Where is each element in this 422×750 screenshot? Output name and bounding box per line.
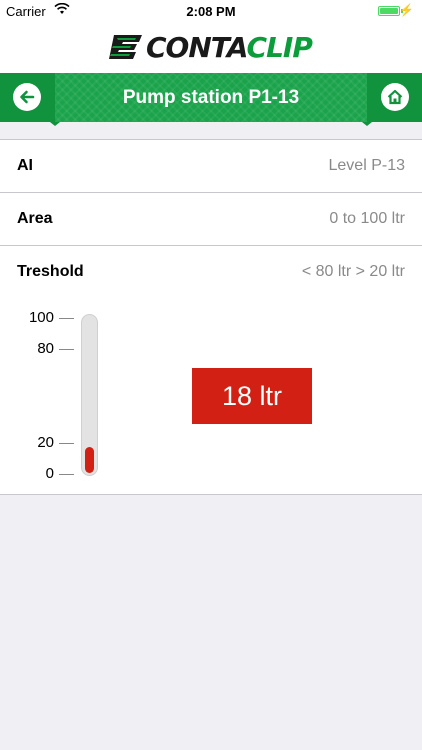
navigation-bar: Pump station P1-13 bbox=[0, 73, 422, 126]
nav-notch-right bbox=[362, 122, 372, 126]
page-title: Pump station P1-13 bbox=[122, 87, 300, 108]
scale-tick-label: 80 bbox=[37, 340, 54, 358]
row-value: Level P-13 bbox=[328, 157, 406, 174]
row-threshold: Treshold < 80 ltr > 20 ltr bbox=[0, 246, 422, 299]
logo-text-conta: CONTA bbox=[146, 30, 248, 64]
row-value: 0 to 100 ltr bbox=[329, 210, 405, 227]
row-area: Area 0 to 100 ltr bbox=[0, 193, 422, 246]
home-button[interactable] bbox=[381, 83, 409, 111]
info-table: AI Level P-13 Area 0 to 100 ltr Treshold… bbox=[0, 139, 422, 299]
status-bar: Carrier 2:08 PM ⚡ bbox=[0, 0, 422, 22]
scale-tick-mark bbox=[59, 318, 74, 319]
scale-tick-label: 100 bbox=[28, 309, 54, 326]
level-gauge-panel: 100 80 20 0 18 ltr bbox=[0, 298, 422, 495]
logo-mark-icon bbox=[109, 35, 142, 59]
row-label: Treshold bbox=[17, 263, 84, 280]
row-label: AI bbox=[17, 157, 33, 174]
scale-tick-mark bbox=[59, 474, 74, 475]
nav-home-area bbox=[367, 73, 422, 122]
back-button[interactable] bbox=[13, 83, 41, 111]
brand-header: CONTACLIP bbox=[0, 22, 422, 73]
nav-notch-left bbox=[50, 122, 60, 126]
row-value: < 80 ltr > 20 ltr bbox=[301, 263, 405, 280]
contaclip-logo: CONTACLIP bbox=[106, 30, 313, 64]
logo-text-clip: CLIP bbox=[246, 30, 313, 64]
level-tube bbox=[81, 314, 98, 476]
clock: 2:08 PM bbox=[186, 4, 236, 19]
battery-icon bbox=[378, 6, 400, 16]
nav-back-area bbox=[0, 73, 55, 122]
level-fill bbox=[85, 446, 94, 473]
scale-tick-label: 20 bbox=[37, 433, 54, 451]
row-label: Area bbox=[17, 210, 53, 227]
level-readout: 18 ltr bbox=[192, 368, 312, 424]
scale-tick-label: 0 bbox=[45, 465, 54, 482]
scale-tick-mark bbox=[59, 442, 74, 444]
arrow-left-icon bbox=[20, 90, 35, 104]
charging-icon: ⚡ bbox=[399, 3, 414, 17]
home-icon bbox=[387, 89, 403, 105]
scale-tick-mark bbox=[59, 349, 74, 351]
row-ai: AI Level P-13 bbox=[0, 140, 422, 193]
